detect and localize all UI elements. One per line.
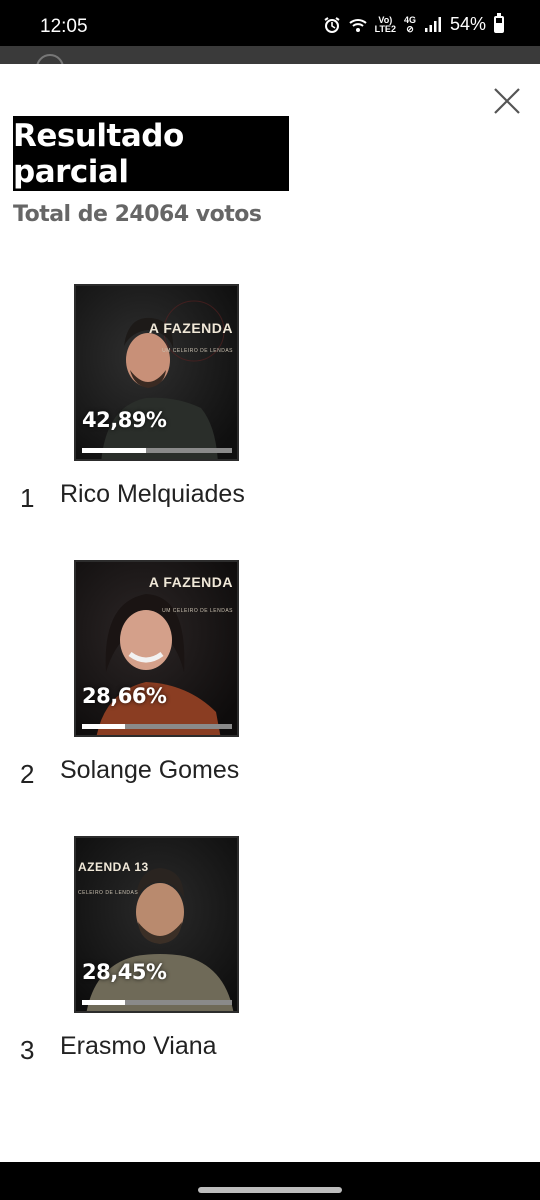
show-logo-subtext: UM CELEIRO DE LENDAS	[162, 608, 233, 614]
battery-percent: 54%	[449, 14, 486, 34]
vote-percentage: 42,89%	[82, 408, 167, 432]
show-logo-text: A FAZENDA	[148, 574, 233, 590]
home-gesture-handle[interactable]	[198, 1187, 342, 1193]
background-page	[0, 46, 540, 64]
vote-percentage: 28,66%	[82, 684, 167, 708]
candidate-rank: 3	[20, 1035, 35, 1065]
candidate-photo: A FAZENDA UM CELEIRO DE LENDAS 42,89%	[74, 284, 239, 461]
show-logo-text: AZENDA 13	[78, 860, 149, 874]
candidate-card[interactable]: A FAZENDA UM CELEIRO DE LENDAS 28,66% 2 …	[0, 560, 540, 800]
total-votes: Total de 24064 votos	[13, 202, 262, 227]
candidate-card[interactable]: AZENDA 13 CELEIRO DE LENDAS 28,45% 3 Era…	[0, 836, 540, 1076]
candidate-name: Erasmo Viana	[60, 1032, 217, 1060]
background-circle-icon	[36, 54, 64, 64]
system-navigation-bar	[0, 1162, 540, 1200]
results-title-box: Resultado parcial	[13, 116, 289, 191]
vote-progress-fill	[82, 1000, 125, 1005]
battery-icon	[494, 13, 504, 33]
candidate-rank: 2	[20, 759, 35, 789]
candidate-name: Rico Melquiades	[60, 480, 245, 508]
vote-progress-fill	[82, 448, 147, 453]
show-logo-subtext: CELEIRO DE LENDAS	[78, 890, 139, 896]
candidate-photo: A FAZENDA UM CELEIRO DE LENDAS 28,66%	[74, 560, 239, 737]
status-bar: 12:05 Vo) LTE2 4G ⊘ 54%	[0, 0, 540, 46]
wifi-icon	[348, 16, 367, 34]
candidate-name: Solange Gomes	[60, 756, 240, 784]
vote-progress-fill	[82, 724, 125, 729]
alarm-icon	[323, 16, 341, 34]
candidate-card[interactable]: A FAZENDA UM CELEIRO DE LENDAS 42,89% 1 …	[0, 284, 540, 524]
status-icons: Vo) LTE2 4G ⊘ 54%	[323, 13, 504, 35]
results-title: Resultado parcial	[13, 117, 184, 190]
vote-progress-bar	[82, 724, 232, 729]
vote-percentage: 28,45%	[82, 960, 167, 984]
show-logo-subtext: UM CELEIRO DE LENDAS	[162, 348, 233, 354]
close-icon	[494, 88, 520, 114]
vote-progress-bar	[82, 1000, 232, 1005]
candidate-photo: AZENDA 13 CELEIRO DE LENDAS 28,45%	[74, 836, 239, 1013]
status-time: 12:05	[40, 16, 88, 37]
close-button[interactable]	[492, 86, 522, 116]
network-label: 4G	[403, 14, 416, 25]
signal-icon	[424, 16, 442, 34]
show-logo-text: A FAZENDA	[148, 320, 233, 336]
poll-results-modal: Resultado parcial Total de 24064 votos A…	[0, 64, 540, 1162]
candidate-rank: 1	[20, 483, 35, 513]
4g-icon: 4G ⊘	[403, 14, 416, 34]
vote-progress-bar	[82, 448, 232, 453]
candidate-portrait	[76, 286, 237, 459]
lte-label: LTE2	[374, 23, 396, 34]
volte-lte-icon: Vo) LTE2	[374, 15, 396, 34]
